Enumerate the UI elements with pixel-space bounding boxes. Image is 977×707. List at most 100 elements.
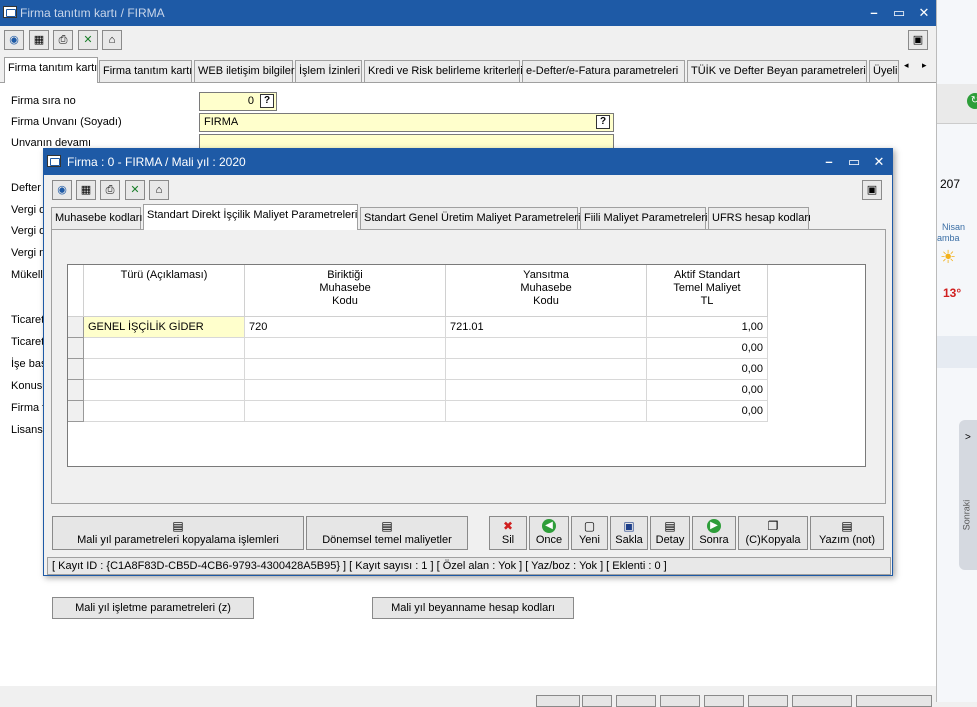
tab-tuik[interactable]: TÜİK ve Defter Beyan parametreleri bbox=[687, 60, 867, 82]
once-button[interactable]: ◀ Once bbox=[529, 516, 569, 550]
home-icon[interactable]: ⌂ bbox=[102, 30, 122, 50]
cell-aktif[interactable]: 0,00 bbox=[647, 338, 768, 359]
outer-window-title: Firma tanıtım kartı / FIRMA bbox=[20, 6, 165, 20]
row-header[interactable] bbox=[68, 380, 84, 401]
left-label-vergi-1: Vergi d bbox=[11, 204, 46, 216]
strip-number: 207 bbox=[940, 177, 961, 191]
layout-icon[interactable]: ▣ bbox=[908, 30, 928, 50]
tab-firma-tanitim[interactable]: Firma tanıtım kartı bbox=[99, 60, 192, 82]
inner-close-button[interactable]: ✕ bbox=[868, 152, 890, 172]
excel-icon[interactable]: ✕ bbox=[78, 30, 98, 50]
row-header[interactable] bbox=[68, 401, 84, 422]
bottom-partial-button-5[interactable] bbox=[704, 695, 744, 707]
cell-turu[interactable] bbox=[84, 401, 245, 422]
cell-yansitma[interactable] bbox=[446, 359, 647, 380]
bottom-partial-button-8[interactable] bbox=[856, 695, 932, 707]
inner-minimize-button[interactable]: – bbox=[818, 152, 840, 172]
kopyala-button[interactable]: ❐ (C)Kopyala bbox=[738, 516, 808, 550]
inner-layout-icon[interactable]: ▣ bbox=[862, 180, 882, 200]
inner-excel-icon[interactable]: ✕ bbox=[125, 180, 145, 200]
new-document-icon: ▢ bbox=[583, 519, 596, 533]
bottom-partial-button-6[interactable] bbox=[748, 695, 788, 707]
sakla-button[interactable]: ▣ Sakla bbox=[610, 516, 648, 550]
cell-aktif[interactable]: 0,00 bbox=[647, 380, 768, 401]
row-header[interactable] bbox=[68, 338, 84, 359]
tab-muhasebe-kodlari[interactable]: Muhasebe kodları bbox=[51, 207, 142, 229]
note-icon: ▤ bbox=[841, 519, 853, 533]
minimize-button[interactable]: – bbox=[863, 3, 885, 23]
sonraki-label: Sonraki bbox=[961, 499, 972, 531]
cell-aktif[interactable]: 1,00 bbox=[647, 317, 768, 338]
beyanname-hesap-button[interactable]: Mali yıl beyanname hesap kodları bbox=[372, 597, 574, 619]
cell-turu[interactable] bbox=[84, 380, 245, 401]
row-header[interactable] bbox=[68, 359, 84, 380]
inner-help-icon[interactable]: ◉ bbox=[52, 180, 72, 200]
sonraki-side-tab[interactable]: > Sonraki bbox=[959, 420, 977, 570]
maximize-button[interactable]: ▭ bbox=[888, 3, 910, 23]
help-icon[interactable]: ◉ bbox=[4, 30, 24, 50]
tab-edefter[interactable]: e-Defter/e-Fatura parametreleri bbox=[522, 60, 685, 82]
kopyalama-button[interactable]: ▤ Mali yıl parametreleri kopyalama işlem… bbox=[52, 516, 304, 550]
bottom-partial-button-3[interactable] bbox=[616, 695, 656, 707]
cell-yansitma[interactable] bbox=[446, 401, 647, 422]
firma-unvan-input[interactable]: FIRMA bbox=[199, 113, 614, 132]
refresh-icon[interactable]: ↻ bbox=[967, 93, 977, 109]
bottom-partial-button-1[interactable] bbox=[536, 695, 580, 707]
cell-aktif[interactable]: 0,00 bbox=[647, 401, 768, 422]
outer-toolbar: ◉ ▦ ⎙ ✕ ⌂ ▣ bbox=[0, 26, 936, 54]
inner-print-icon[interactable]: ⎙ bbox=[100, 180, 120, 200]
kopyala-label: (C)Kopyala bbox=[745, 534, 801, 546]
tab-ufrs-hesap[interactable]: UFRS hesap kodları bbox=[708, 207, 811, 229]
cell-yansitma[interactable]: 721.01 bbox=[446, 317, 647, 338]
sonra-button[interactable]: ▶ Sonra bbox=[692, 516, 736, 550]
unvan-lookup-icon[interactable]: ? bbox=[596, 115, 610, 129]
parameter-grid: Türü (Açıklaması) Biriktiği Muhasebe Kod… bbox=[67, 264, 866, 467]
row-header[interactable] bbox=[68, 317, 84, 338]
cell-turu[interactable]: GENEL İŞÇİLİK GİDER bbox=[84, 317, 245, 338]
yeni-button[interactable]: ▢ Yeni bbox=[571, 516, 608, 550]
left-label-ticaret-2: Ticaret bbox=[11, 336, 45, 348]
sira-lookup-icon[interactable]: ? bbox=[260, 94, 274, 108]
cell-turu[interactable] bbox=[84, 359, 245, 380]
grid-corner bbox=[68, 265, 84, 317]
donemsel-button[interactable]: ▤ Dönemsel temel maliyetler bbox=[306, 516, 468, 550]
tab-firma-tanitim-active[interactable]: Firma tanıtım kartı bbox=[4, 57, 98, 83]
tab-uyeli[interactable]: Üyeli bbox=[869, 60, 899, 82]
calculator-icon[interactable]: ▦ bbox=[29, 30, 49, 50]
sil-button[interactable]: ✖ Sil bbox=[489, 516, 527, 550]
cell-yansitma[interactable] bbox=[446, 380, 647, 401]
cell-biriktigi[interactable] bbox=[245, 401, 446, 422]
bottom-partial-button-2[interactable] bbox=[582, 695, 612, 707]
inner-maximize-button[interactable]: ▭ bbox=[843, 152, 865, 172]
left-label-firma-f: Firma f bbox=[11, 402, 46, 414]
mali-yil-isletme-button[interactable]: Mali yıl işletme parametreleri (z) bbox=[52, 597, 254, 619]
tab-scroll-right-icon[interactable]: ▸ bbox=[922, 60, 927, 71]
print-icon[interactable]: ⎙ bbox=[53, 30, 73, 50]
tab-kredi-risk[interactable]: Kredi ve Risk belirleme kriterleri bbox=[364, 60, 523, 82]
cell-yansitma[interactable] bbox=[446, 338, 647, 359]
detay-button[interactable]: ▤ Detay bbox=[650, 516, 690, 550]
tab-fiili-maliyet[interactable]: Fiili Maliyet Parametreleri bbox=[580, 207, 707, 229]
yazim-button[interactable]: ▤ Yazım (not) bbox=[810, 516, 884, 550]
bottom-partial-button-4[interactable] bbox=[660, 695, 700, 707]
sakla-label: Sakla bbox=[615, 534, 643, 546]
header-turu: Türü (Açıklaması) bbox=[84, 265, 245, 317]
close-button[interactable]: ✕ bbox=[913, 3, 935, 23]
tab-standart-genel-uretim[interactable]: Standart Genel Üretim Maliyet Parametrel… bbox=[360, 207, 580, 229]
header-biriktigi: Biriktiği Muhasebe Kodu bbox=[245, 265, 446, 317]
weather-temp: 13° bbox=[943, 286, 962, 300]
cell-turu[interactable] bbox=[84, 338, 245, 359]
tab-standart-direkt-iscilik[interactable]: Standart Direkt İşçilik Maliyet Parametr… bbox=[143, 204, 358, 230]
tab-scroll-left-icon[interactable]: ◂ bbox=[904, 60, 909, 71]
bottom-partial-button-7[interactable] bbox=[792, 695, 852, 707]
cell-biriktigi[interactable]: 720 bbox=[245, 317, 446, 338]
tab-islem-izinleri[interactable]: İşlem İzinleri bbox=[295, 60, 362, 82]
tab-web-iletisim[interactable]: WEB iletişim bilgileri bbox=[194, 60, 297, 82]
inner-calculator-icon[interactable]: ▦ bbox=[76, 180, 96, 200]
cell-aktif[interactable]: 0,00 bbox=[647, 359, 768, 380]
cell-biriktigi[interactable] bbox=[245, 359, 446, 380]
cell-biriktigi[interactable] bbox=[245, 380, 446, 401]
cell-biriktigi[interactable] bbox=[245, 338, 446, 359]
inner-window: Firma : 0 - FIRMA / Mali yıl : 2020 – ▭ … bbox=[43, 148, 893, 576]
inner-home-icon[interactable]: ⌂ bbox=[149, 180, 169, 200]
